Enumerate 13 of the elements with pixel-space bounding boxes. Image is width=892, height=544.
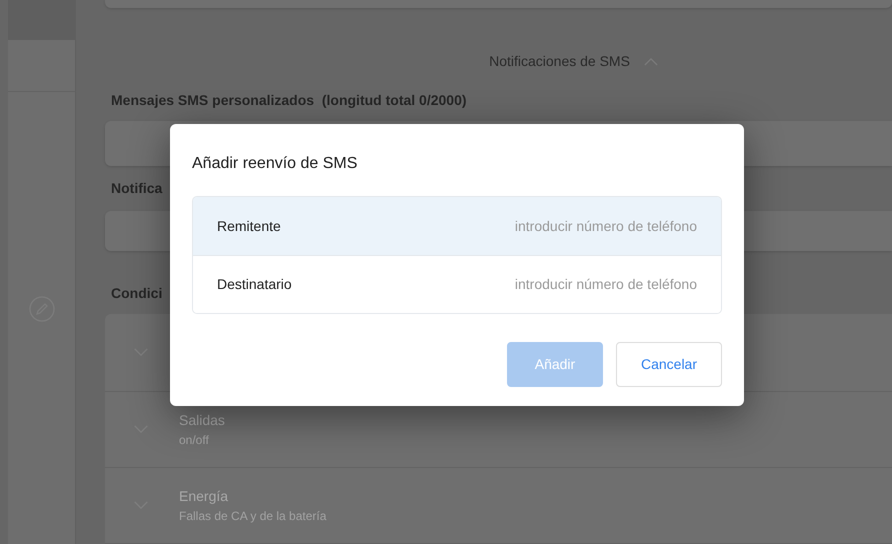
section-title: Notificaciones de SMS xyxy=(489,52,630,71)
form-row[interactable]: Destinatario introducir número de teléfono xyxy=(193,255,721,313)
field-label: Notifica xyxy=(111,178,162,198)
field-label: Mensajes SMS personalizados (longitud total 0/2000) xyxy=(111,90,467,110)
cancel-button[interactable]: Cancelar xyxy=(616,342,722,387)
dialog-title: Añadir reenvío de SMS xyxy=(192,154,358,174)
field-label: Condici xyxy=(111,284,162,303)
condition-title: Energía xyxy=(179,487,230,506)
form-row[interactable]: Remitente introducir número de teléfono xyxy=(193,197,721,255)
phone-input[interactable]: introducir número de teléfono xyxy=(457,274,697,295)
field-label: Destinatario xyxy=(217,275,292,294)
field-label: Remitente xyxy=(217,216,281,236)
phone-input[interactable]: introducir número de teléfono xyxy=(457,216,697,236)
